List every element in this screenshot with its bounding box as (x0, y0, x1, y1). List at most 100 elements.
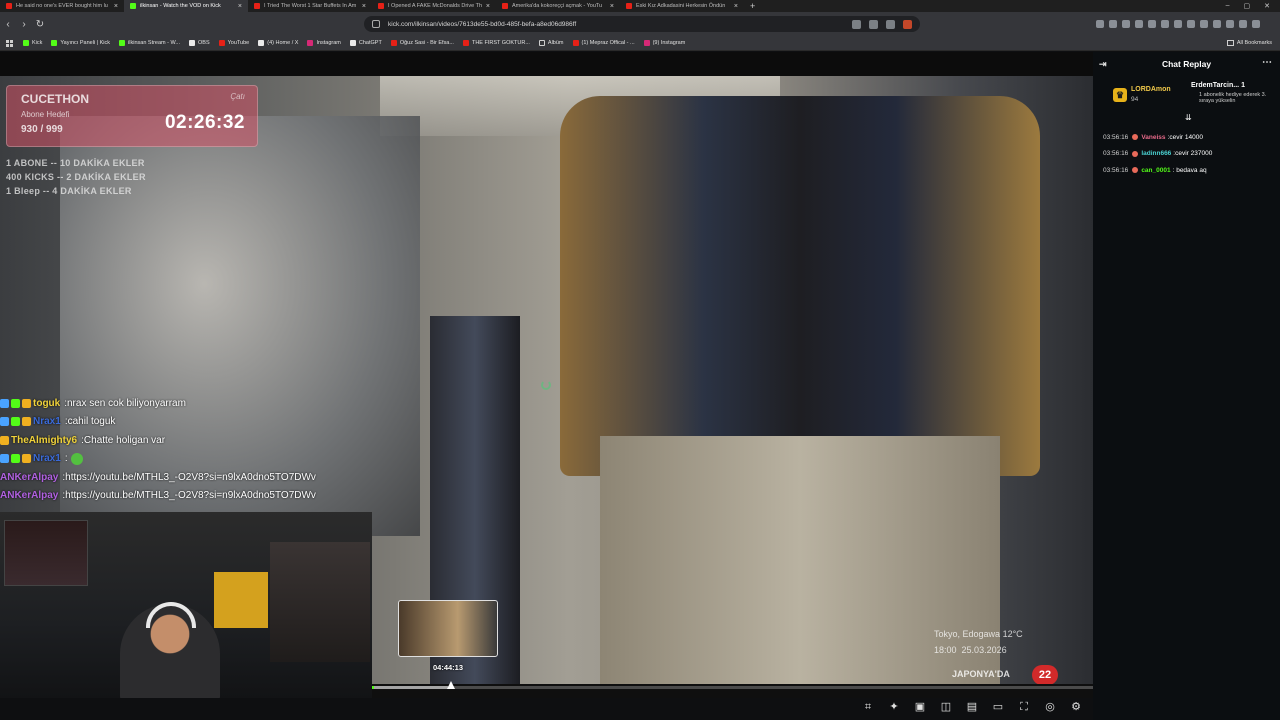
extension-icon[interactable] (1226, 20, 1234, 28)
minimize-icon[interactable]: – (1226, 2, 1230, 10)
chat-text: : bedava aq (1172, 166, 1207, 174)
extension-icon[interactable] (1122, 20, 1130, 28)
site-info-icon[interactable] (372, 20, 380, 28)
miniplayer-icon[interactable]: ◫ (940, 701, 952, 713)
browser-tab[interactable]: Amerika'da kokoreççi açmak - YouTu × (496, 0, 620, 12)
bookmark-item[interactable]: Kick (23, 40, 42, 46)
clip-icon[interactable]: ⌗ (862, 701, 874, 713)
close-tab-icon[interactable]: × (362, 3, 366, 10)
bookmarks-bar: Kick Yayıncı Paneli | Kick ilkinsan Stream… (0, 36, 1280, 51)
video-player[interactable]: CUCETHON Abone Hedefi 930 / 999 Çatı 02:… (0, 52, 1093, 698)
extension-icon[interactable] (1135, 20, 1143, 28)
url-field[interactable]: kick.com/ilkinsan/videos/7613de55-bd0d-4… (364, 16, 920, 32)
chat-username[interactable]: Vaneiss (1141, 134, 1165, 141)
speed-icon[interactable]: ◎ (1044, 701, 1056, 713)
overlay-subtitle: Abone Hedefi (21, 110, 70, 119)
badge-icon (11, 454, 20, 464)
close-tab-icon[interactable]: × (610, 3, 614, 10)
more-options-icon[interactable]: ⋯ (1262, 57, 1272, 68)
bookmark-item[interactable]: THE FIRST GOKTUR... (462, 40, 530, 46)
extension-icon[interactable] (1200, 20, 1208, 28)
bookmark-item[interactable]: (4) Home / X (258, 40, 298, 46)
bookmark-item[interactable]: Instagram (307, 40, 341, 46)
reload-icon[interactable]: ↻ (32, 19, 48, 30)
bookmark-item[interactable]: ilkinsan Stream - W... (119, 40, 180, 46)
fullscreen-icon[interactable]: ⛶ (1018, 701, 1030, 713)
brave-shields-icon[interactable] (903, 19, 912, 29)
leaderboard-gifter: ErdemTarcin... 1 (1191, 82, 1245, 89)
browser-tab[interactable]: Eski Kız Adkadasini Herkesin Öndün × (620, 0, 744, 12)
user-badge-icon (1132, 167, 1139, 174)
maximize-icon[interactable]: ▢ (1244, 2, 1251, 10)
close-window-icon[interactable]: ✕ (1264, 2, 1270, 10)
extension-icon[interactable] (1148, 20, 1156, 28)
bookmark-star-icon[interactable] (886, 19, 895, 29)
extension-icon[interactable] (1187, 20, 1195, 28)
bookmark-item[interactable]: Yayıncı Paneli | Kick (51, 40, 110, 46)
chat-timestamp: 03:56:16 (1103, 166, 1129, 174)
close-tab-icon[interactable]: × (734, 3, 738, 10)
zoom-icon[interactable] (852, 19, 861, 29)
bookmark-item[interactable]: (1) Mepraz Offical - ... (572, 40, 635, 46)
progress-bar[interactable] (372, 686, 1093, 689)
bookmark-item[interactable]: Albüm (538, 40, 564, 46)
settings-icon[interactable]: ⚙ (1070, 701, 1082, 713)
overlay-chat-message: Nrax1: cahil toguk (0, 413, 380, 432)
bookmark-item[interactable]: ChatGPT (349, 40, 382, 46)
sparkle-icon[interactable]: ✦ (888, 701, 900, 713)
bookmark-label: Oğuz Sasi - Bir Efsa... (399, 40, 454, 46)
chat-username: TheAlmighty6 (11, 434, 78, 446)
badge-icon (0, 454, 9, 464)
bookmark-item[interactable]: OBS (189, 40, 210, 46)
browser-tab[interactable]: I Tried The Worst 1 Star Buffets In Am × (248, 0, 372, 12)
forward-icon[interactable]: › (16, 19, 32, 30)
chat-messages: 03:56:16 Vaneiss:cevir 14000 03:56:16 ladin… (1103, 129, 1278, 179)
apps-icon[interactable] (6, 39, 13, 47)
extension-icon[interactable] (1096, 20, 1104, 28)
leaderboard-count: 94 (1131, 96, 1139, 103)
share-icon[interactable] (869, 19, 878, 29)
chat-username[interactable]: ladinn666 (1141, 150, 1171, 157)
chat-text: https://youtu.be/MTHL3_-O2V8?si=n9lxA0dn… (65, 490, 316, 502)
chat-message: 03:56:16 can_0001: bedava aq (1103, 162, 1278, 179)
window-controls: – ▢ ✕ (1226, 2, 1280, 10)
collapse-chat-icon[interactable]: ⇥ (1099, 59, 1107, 70)
browser-tab[interactable]: I Opened A FAKE McDonalds Drive Th × (372, 0, 496, 12)
gift-leaderboard[interactable]: ♛ LORDAmon 94 ErdemTarcin... 1 1 aboneli… (1103, 80, 1273, 122)
back-icon[interactable]: ‹ (0, 19, 16, 30)
badge-icon (11, 417, 20, 427)
gifter-name: ErdemTarcin... (1191, 82, 1240, 89)
chat-username[interactable]: can_0001 (1141, 167, 1170, 174)
bookmark-item[interactable]: YouTube (218, 40, 249, 46)
bookmark-item[interactable]: Oğuz Sasi - Bir Efsa... (390, 40, 454, 46)
bookmark-item[interactable]: (9) Instagram (643, 40, 685, 46)
all-bookmarks[interactable]: All Bookmarks (1226, 40, 1272, 46)
folder-icon (1226, 40, 1234, 46)
cinema-icon[interactable]: ▤ (966, 701, 978, 713)
close-tab-icon[interactable]: × (238, 3, 242, 10)
extension-icon[interactable] (1109, 20, 1117, 28)
close-tab-icon[interactable]: × (486, 3, 490, 10)
expand-icon[interactable]: ⇊ (1185, 113, 1192, 122)
badge-icon (22, 417, 31, 427)
youtube-icon (6, 3, 12, 9)
user-badge-icon (1132, 134, 1139, 141)
extension-icon[interactable] (1174, 20, 1182, 28)
chat-title: Chat Replay (1161, 59, 1212, 69)
theater-icon[interactable]: ▣ (914, 701, 926, 713)
badge-icon (0, 417, 9, 427)
pip-icon[interactable]: ▭ (992, 701, 1004, 713)
badge-icon (11, 398, 20, 408)
browser-tab[interactable]: ilkinsan - Watch the VOD on Kick × (124, 0, 248, 12)
bookmark-label: THE FIRST GOKTUR... (471, 40, 530, 46)
extension-icon[interactable] (1213, 20, 1221, 28)
extension-icon[interactable] (1239, 20, 1247, 28)
menu-icon[interactable] (1252, 20, 1260, 28)
bookmark-favicon-icon (462, 40, 469, 46)
youtube-icon (502, 3, 508, 9)
close-tab-icon[interactable]: × (114, 3, 118, 10)
new-tab-button[interactable]: + (744, 1, 761, 11)
extension-icon[interactable] (1161, 20, 1169, 28)
japan-days-label: JAPONYA'DA (952, 669, 1010, 679)
browser-tab[interactable]: He said no one's EVER bought him lu × (0, 0, 124, 12)
